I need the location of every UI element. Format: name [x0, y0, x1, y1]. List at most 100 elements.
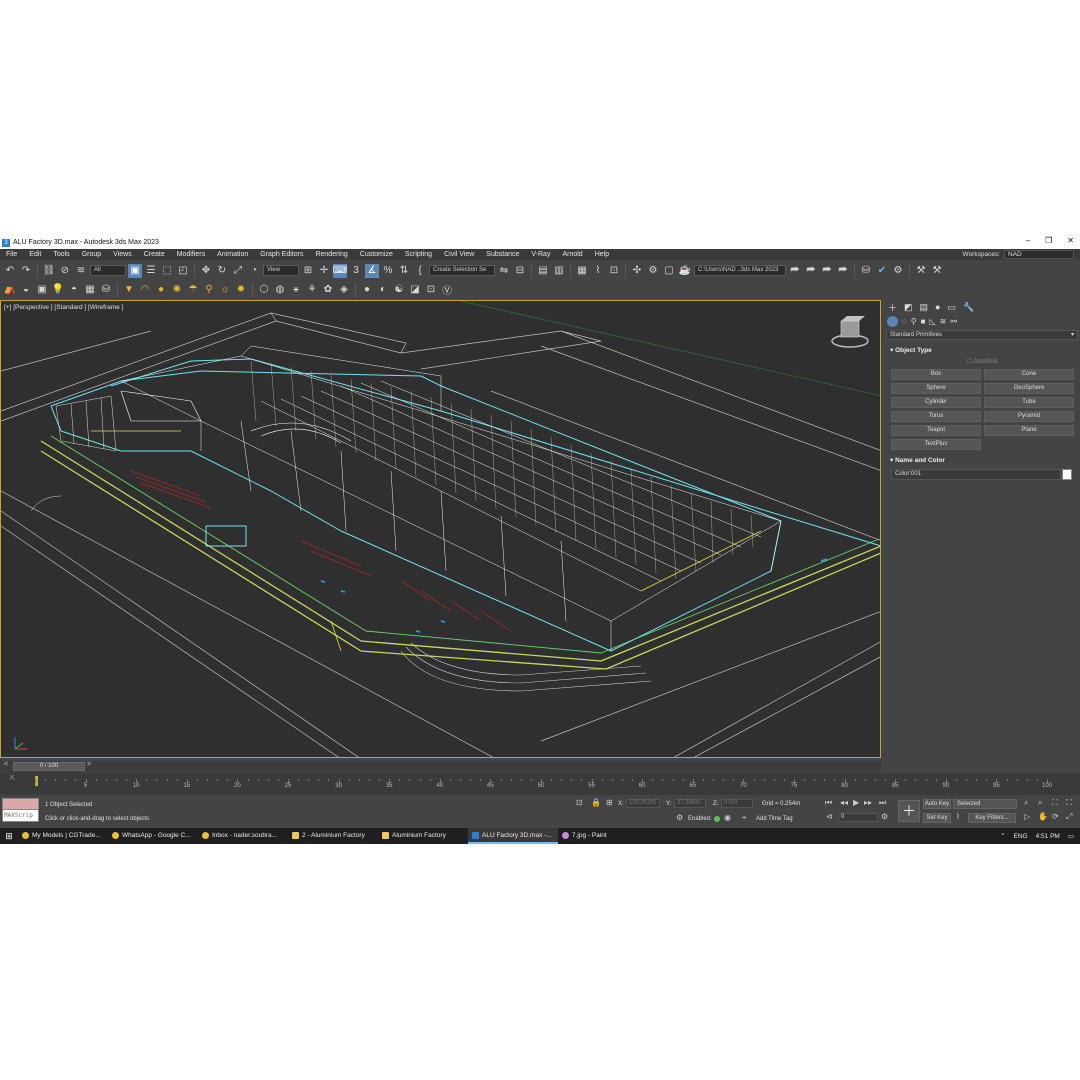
menu-modifiers[interactable]: Modifiers — [171, 251, 211, 258]
go-to-end-icon[interactable]: ⏭ — [879, 798, 886, 808]
teapot-button[interactable]: Teapot — [891, 425, 981, 436]
menu-tools[interactable]: Tools — [47, 251, 75, 258]
language-indicator[interactable]: ENG — [1014, 833, 1028, 840]
key-mode-icon[interactable]: ⊲ — [826, 812, 833, 821]
tray-chevron-icon[interactable]: ⌃ — [1000, 832, 1005, 840]
maximize-button[interactable]: ❐ — [1045, 236, 1052, 245]
object-name-input[interactable]: Color:001 — [891, 469, 1072, 480]
redo-icon[interactable]: ↷ — [19, 264, 33, 278]
viewport-label[interactable]: [+] [Perspective ] [Standard ] [Wirefram… — [4, 304, 123, 311]
omni-light-icon[interactable]: ◠ — [138, 283, 152, 297]
uv-icon[interactable]: ⊡ — [424, 283, 438, 297]
modify-tab-icon[interactable]: ◩ — [904, 302, 913, 313]
area-light-icon[interactable]: ☼ — [218, 283, 232, 297]
ribbon-icon[interactable]: ▦ — [575, 264, 589, 278]
viewcube[interactable] — [831, 316, 869, 348]
helper-object-icon[interactable]: ⚹ — [289, 283, 303, 297]
maxscript-input[interactable]: MAXScrip — [2, 810, 39, 822]
tube-button[interactable]: Tube — [984, 397, 1074, 408]
material-sphere-icon[interactable]: ● — [360, 283, 374, 297]
vray-sun-icon[interactable]: ◒ — [19, 283, 33, 297]
status-ok-icon[interactable]: ✔ — [875, 264, 889, 278]
menu-substance[interactable]: Substance — [480, 251, 525, 258]
plane-button[interactable]: Plane — [984, 425, 1074, 436]
vray-clipper-icon[interactable]: ◈ — [337, 283, 351, 297]
absolute-mode-icon[interactable]: ⊞ — [606, 798, 613, 807]
time-configuration-icon[interactable]: ⚙ — [881, 812, 888, 821]
texture-icon[interactable]: ☯ — [392, 283, 406, 297]
cameras-icon[interactable]: ■ — [921, 317, 926, 326]
taskbar-item[interactable]: 2 - Aluminium Factory — [288, 828, 378, 844]
project-folder-icon[interactable]: ⮫ — [788, 264, 802, 278]
rect-region-icon[interactable]: ⬚ — [160, 264, 174, 278]
window-crossing-icon[interactable]: ◰ — [176, 264, 190, 278]
field-of-view-icon[interactable]: ▷ — [1024, 812, 1030, 821]
key-filter-icon[interactable]: ⌇ — [956, 812, 960, 821]
render-setup-icon[interactable]: ⚙ — [646, 264, 660, 278]
menu-rendering[interactable]: Rendering — [309, 251, 353, 258]
fur-icon[interactable]: ⚘ — [305, 283, 319, 297]
vray-proxy-icon[interactable]: ⛁ — [99, 283, 113, 297]
zoom-extents-all-icon[interactable]: ⛶ — [1066, 798, 1072, 808]
menu-graph-editors[interactable]: Graph Editors — [254, 251, 309, 258]
scene-explorer-icon[interactable]: ▤ — [536, 264, 550, 278]
isolate-selection-icon[interactable]: ⊡ — [576, 798, 583, 807]
motion-tab-icon[interactable]: ● — [935, 302, 940, 312]
menu-create[interactable]: Create — [138, 251, 171, 258]
set-key-plus-icon[interactable]: ＋ — [898, 800, 920, 822]
previous-key-icon[interactable]: ◂◂ — [840, 798, 848, 807]
gear-icon[interactable]: ⚙ — [891, 264, 905, 278]
curve-editor-icon[interactable]: ⌇ — [591, 264, 605, 278]
textplus-button[interactable]: TextPlus — [891, 439, 981, 450]
sun-positioner-icon[interactable]: ✹ — [234, 283, 248, 297]
enabled-indicator[interactable] — [714, 816, 720, 822]
menu-vray[interactable]: V-Ray — [525, 251, 556, 258]
add-time-tag[interactable]: Add Time Tag — [756, 816, 793, 822]
play-icon[interactable]: ▶ — [853, 798, 859, 807]
primitive-category-select[interactable]: Standard Primitives ▾ — [886, 330, 1078, 340]
lights-icon[interactable]: ⚲ — [911, 317, 917, 326]
next-frame-arrow[interactable]: > — [87, 761, 91, 768]
cone-button[interactable]: Cone — [984, 369, 1074, 380]
sphere-object-icon[interactable]: ◍ — [273, 283, 287, 297]
perspective-viewport[interactable]: [+] [Perspective ] [Standard ] [Wirefram… — [0, 300, 881, 758]
material-editor-icon[interactable]: ✣ — [630, 264, 644, 278]
light-bulb-icon[interactable]: 💡 — [51, 283, 65, 297]
hierarchy-tab-icon[interactable]: ▤ — [920, 302, 929, 313]
prev-frame-arrow[interactable]: < — [4, 761, 8, 768]
systems-icon[interactable]: ⚯ — [950, 317, 957, 326]
schematic-view-icon[interactable]: ⊡ — [607, 264, 621, 278]
snaps-toggle-icon[interactable]: 3 — [349, 264, 363, 278]
auto-key-button[interactable]: Auto Key — [923, 799, 951, 809]
key-filters-button[interactable]: Key Filters... — [968, 813, 1016, 823]
menu-help[interactable]: Help — [589, 251, 615, 258]
box-object-icon[interactable]: ⬡ — [257, 283, 271, 297]
selection-filter[interactable]: All — [90, 265, 126, 276]
keyboard-shortcut-override-icon[interactable]: ⌨ — [333, 263, 347, 278]
object-color-swatch[interactable] — [1062, 469, 1072, 480]
menu-edit[interactable]: Edit — [23, 251, 47, 258]
project-path-select[interactable]: C:\Users\NAD ..3ds Max 2023 — [694, 265, 786, 276]
maxscript-listener[interactable]: MAXScrip — [2, 798, 39, 826]
percent-snap-icon[interactable]: % — [381, 264, 395, 278]
time-slider[interactable]: < 0 / 100 > — [0, 761, 881, 772]
named-selection-sets[interactable]: Create Selection Se — [429, 265, 495, 276]
decal-icon[interactable]: ✿ — [321, 283, 335, 297]
windows-start-icon[interactable]: ⊞ — [0, 828, 18, 844]
taskbar-item-active[interactable]: ALU Factory 3D.max -... — [468, 828, 558, 844]
pivot-center-icon[interactable]: ⊞ — [301, 264, 315, 278]
select-object-icon[interactable]: ▣ — [128, 263, 142, 278]
menu-file[interactable]: File — [0, 251, 23, 258]
name-and-color-title[interactable]: Name and Color — [886, 454, 1078, 466]
align-icon[interactable]: ⊟ — [513, 264, 527, 278]
edit-named-selection-icon[interactable]: { — [413, 264, 427, 278]
maximize-viewport-icon[interactable]: ⤢ — [1066, 812, 1072, 822]
y-coordinate-input[interactable]: 37.386m — [674, 799, 706, 808]
box-button[interactable]: Box — [891, 369, 981, 380]
railclone-icon[interactable]: ⚒ — [930, 264, 944, 278]
torus-button[interactable]: Torus — [891, 411, 981, 422]
workspaces-select[interactable]: NAD — [1004, 250, 1074, 259]
vray-frame-buffer-icon[interactable]: ⮫ — [804, 264, 818, 278]
sphere-button[interactable]: Sphere — [891, 383, 981, 394]
vray-render-icon[interactable]: ⮫ — [820, 264, 834, 278]
